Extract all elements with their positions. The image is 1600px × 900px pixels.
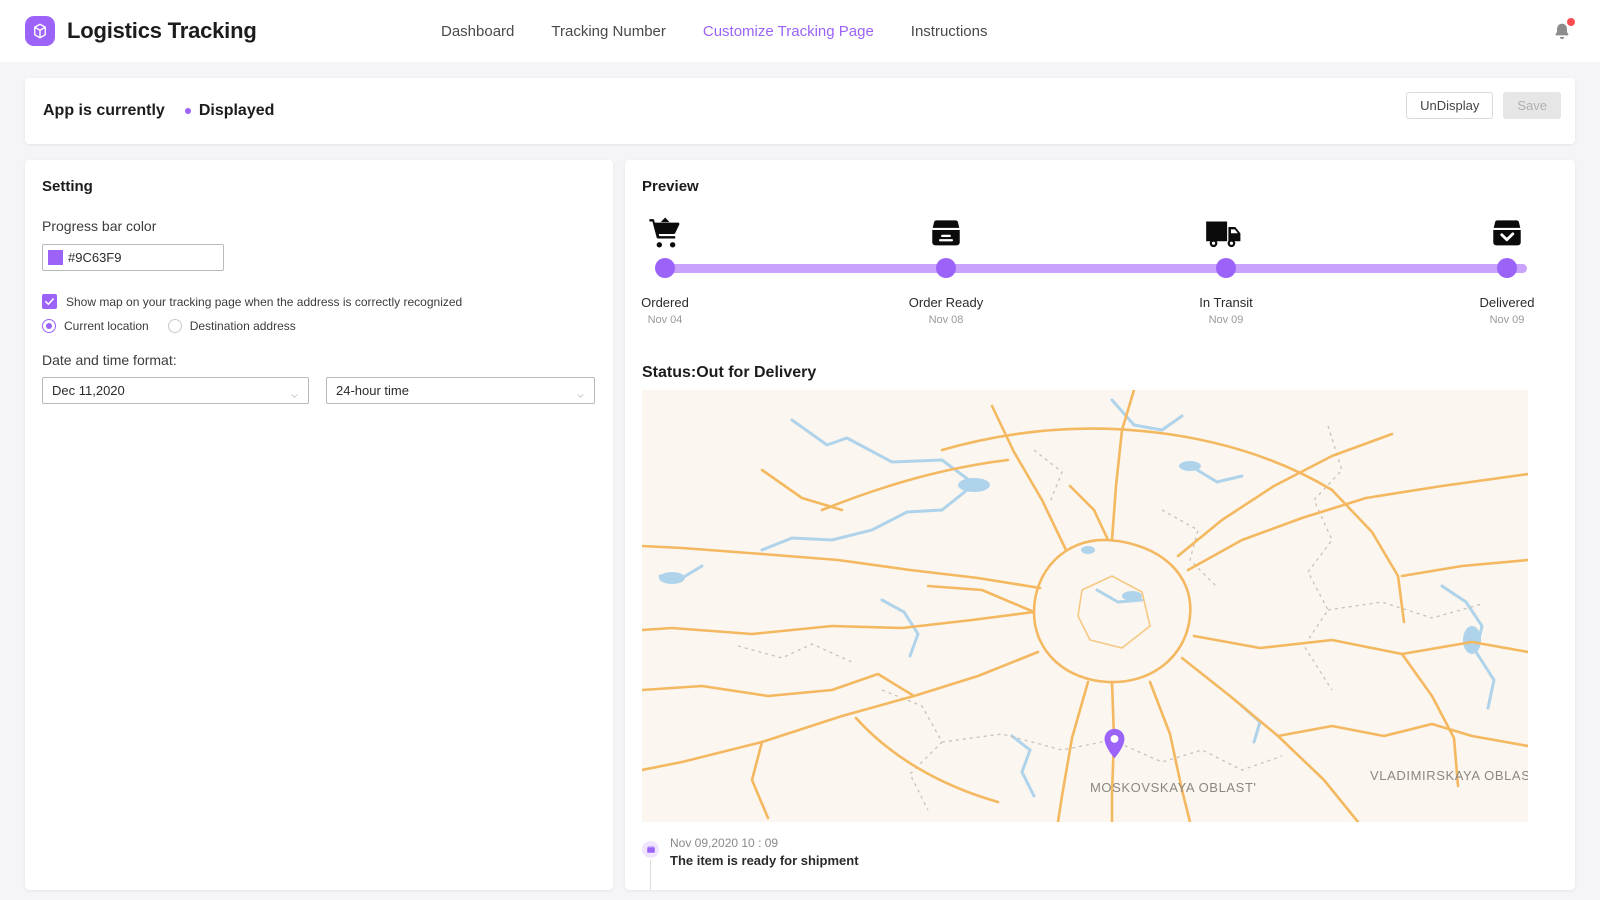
nav-item-instructions[interactable]: Instructions — [911, 23, 988, 40]
map-graphic — [642, 390, 1528, 822]
notification-badge-dot — [1567, 18, 1575, 26]
progress-step-delivered: Delivered Nov 09 — [1447, 208, 1567, 326]
map-source-radio-group: Current location Destination address — [42, 319, 296, 333]
package-event-icon — [642, 841, 659, 858]
radio-current-location-dot — [42, 319, 56, 333]
show-map-label: Show map on your tracking page when the … — [66, 294, 463, 309]
progress-step-label: In Transit — [1199, 295, 1253, 310]
preview-panel-title: Preview — [642, 178, 699, 195]
nav-item-dashboard[interactable]: Dashboard — [441, 23, 514, 40]
progress-step-order-ready: Order Ready Nov 08 — [886, 208, 1006, 326]
notification-bell-icon[interactable] — [1550, 18, 1576, 44]
top-navigation-bar: Logistics Tracking Dashboard Tracking Nu… — [0, 0, 1600, 62]
progress-step-date: Nov 09 — [1489, 314, 1525, 326]
progress-step-label: Order Ready — [908, 295, 984, 310]
nav-item-tracking-number[interactable]: Tracking Number — [551, 23, 665, 40]
save-button: Save — [1503, 92, 1561, 119]
radio-destination-address-label: Destination address — [189, 319, 296, 333]
time-format-value: 24-hour time — [336, 383, 409, 398]
tracking-map[interactable]: MOSKOVSKAYA OBLAST' VLADIMIRSKAYA OBLAST… — [642, 390, 1528, 822]
date-format-value: Dec 11,2020 — [52, 383, 125, 398]
delivery-truck-icon — [1166, 208, 1286, 250]
progress-step-date: Nov 08 — [928, 314, 964, 326]
map-label-vladimirskaya: VLADIMIRSKAYA OBLAST' — [1370, 768, 1528, 783]
setting-panel-title: Setting — [42, 178, 93, 195]
radio-destination-address[interactable]: Destination address — [167, 319, 296, 333]
progress-track — [664, 264, 1527, 273]
show-map-checkbox-row[interactable]: Show map on your tracking page when the … — [42, 294, 462, 309]
chevron-down-icon — [289, 387, 300, 405]
date-format-select[interactable]: Dec 11,2020 — [42, 377, 309, 404]
shopping-cart-icon — [625, 208, 725, 250]
color-swatch — [48, 250, 63, 265]
app-status-value: Displayed — [198, 102, 275, 119]
radio-current-location[interactable]: Current location — [42, 319, 149, 333]
progress-step-date: Nov 09 — [1208, 314, 1244, 326]
color-hex-value: #9C63F9 — [68, 250, 122, 265]
timeline-connector — [650, 860, 651, 890]
chevron-down-icon — [575, 387, 586, 405]
setting-panel: Setting Progress bar color #9C63F9 Show … — [25, 160, 613, 890]
progress-step-ordered: Ordered Nov 04 — [625, 208, 725, 326]
timeline-event-text: The item is ready for shipment — [670, 853, 859, 868]
brand: Logistics Tracking — [25, 16, 257, 46]
radio-destination-address-dot — [167, 319, 182, 333]
package-box-icon — [25, 16, 55, 46]
shipment-status-line: Status:Out for Delivery — [642, 364, 817, 381]
progress-step-label: Ordered — [641, 295, 689, 310]
app-status-label: App is currently — [43, 102, 165, 119]
package-box-icon — [886, 208, 1006, 250]
status-card-actions: UnDisplay Save — [1406, 92, 1561, 119]
main-nav: Dashboard Tracking Number Customize Trac… — [441, 0, 988, 62]
progress-bar-color-input[interactable]: #9C63F9 — [42, 244, 224, 271]
show-map-checkbox[interactable] — [42, 294, 57, 309]
undisplay-button[interactable]: UnDisplay — [1406, 92, 1494, 119]
time-format-select[interactable]: 24-hour time — [326, 377, 595, 404]
progress-bar-color-label: Progress bar color — [42, 218, 157, 234]
brand-name: Logistics Tracking — [67, 18, 257, 43]
nav-item-customize-tracking-page[interactable]: Customize Tracking Page — [703, 23, 874, 40]
preview-panel: Preview Ordered Nov 04 Order Ready Nov 0… — [625, 160, 1575, 890]
app-status-dot — [184, 108, 191, 114]
timeline-event-time: Nov 09,2020 10 : 09 — [670, 836, 779, 850]
datetime-format-label: Date and time format: — [42, 352, 177, 368]
radio-current-location-label: Current location — [64, 319, 149, 333]
tracking-progress: Ordered Nov 04 Order Ready Nov 08 In Tra… — [641, 208, 1542, 328]
progress-step-label: Delivered — [1479, 295, 1535, 310]
progress-step-date: Nov 04 — [647, 314, 683, 326]
map-pin-icon — [1103, 728, 1126, 759]
app-status-card: App is currently Displayed UnDisplay Sav… — [25, 78, 1575, 144]
progress-step-in-transit: In Transit Nov 09 — [1166, 208, 1286, 326]
box-check-icon — [1447, 208, 1567, 250]
map-label-moskovskaya: MOSKOVSKAYA OBLAST' — [1090, 780, 1257, 795]
